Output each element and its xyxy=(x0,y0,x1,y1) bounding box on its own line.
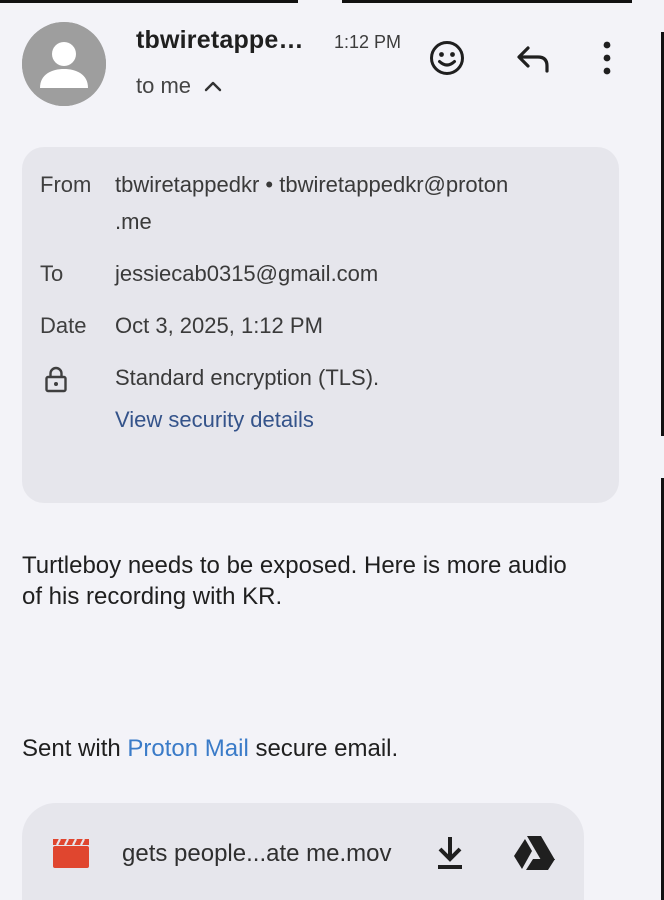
smiley-face-icon xyxy=(430,41,464,75)
sender-name[interactable]: tbwiretappe… xyxy=(136,26,304,55)
sender-avatar[interactable] xyxy=(22,22,106,106)
top-border-left xyxy=(0,0,298,3)
date-label: Date xyxy=(40,313,87,338)
attachment-chip[interactable]: gets people...ate me.mov xyxy=(22,803,584,900)
to-label: To xyxy=(40,261,64,286)
message-body: Turtleboy needs to be exposed. Here is m… xyxy=(22,552,567,610)
attachment-file-name[interactable]: gets people...ate me.mov xyxy=(122,840,391,868)
google-drive-icon[interactable] xyxy=(512,833,556,873)
top-border-right xyxy=(342,0,632,3)
date-value: Oct 3, 2025, 1:12 PM xyxy=(115,313,323,338)
signature-prefix: Sent with xyxy=(22,735,128,762)
signature-line: Sent with Proton Mail secure email. xyxy=(22,735,398,763)
lock-icon xyxy=(45,366,67,393)
chevron-up-icon xyxy=(204,81,222,92)
reply-arrow-icon xyxy=(517,46,549,73)
from-value-continued[interactable]: .me xyxy=(115,209,152,235)
message-time: 1:12 PM xyxy=(334,32,402,52)
more-vert-icon xyxy=(603,41,611,75)
from-label: From xyxy=(40,172,92,197)
message-details-card: From tbwiretappedkr • tbwiretappedkr@pro… xyxy=(22,147,619,503)
download-icon[interactable] xyxy=(432,833,468,873)
recipient-summary: to me xyxy=(136,73,192,98)
person-avatar-icon xyxy=(22,22,106,106)
reply-button[interactable] xyxy=(513,38,553,78)
to-value[interactable]: jessiecab0315@gmail.com xyxy=(115,261,378,287)
encryption-value: Standard encryption (TLS). xyxy=(115,365,380,390)
add-reaction-button[interactable] xyxy=(427,38,467,78)
proton-mail-link[interactable]: Proton Mail xyxy=(127,735,248,762)
video-clapperboard-icon xyxy=(53,838,89,868)
view-security-details-link[interactable]: View security details xyxy=(115,407,314,433)
more-options-button[interactable] xyxy=(587,38,627,78)
signature-suffix: secure email. xyxy=(248,735,399,762)
recipient-toggle[interactable]: to me xyxy=(136,73,223,99)
from-value[interactable]: tbwiretappedkr • tbwiretappedkr@proton xyxy=(115,172,508,198)
